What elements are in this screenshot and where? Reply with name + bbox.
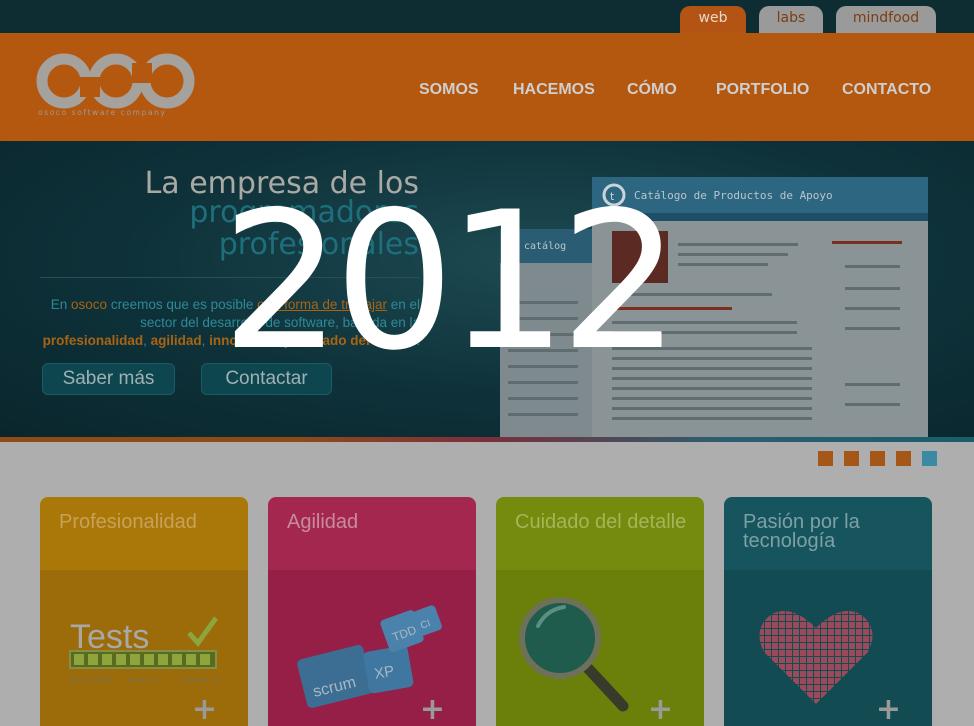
tests-failures: Failures: 0: [182, 676, 218, 684]
card-illustration: Tests Runs: 10/10 Errors: 0 Failures: 0 …: [40, 570, 248, 726]
card-title: Pasión por la tecnología: [743, 511, 860, 552]
saber-mas-button[interactable]: Saber más: [42, 363, 175, 395]
card-title: Profesionalidad: [59, 511, 197, 533]
card-illustration: scrum XP TDD CI +: [268, 570, 476, 726]
nav-portfolio[interactable]: PORTFOLIO: [716, 81, 809, 99]
pixel-heart-icon: [759, 611, 873, 704]
plus-icon[interactable]: +: [192, 695, 217, 725]
nav-como[interactable]: CÓMO: [627, 81, 677, 99]
plus-icon[interactable]: +: [876, 695, 901, 725]
slider-dot-5[interactable]: [922, 451, 937, 466]
slider-dot-4[interactable]: [896, 451, 911, 466]
slider-dot-2[interactable]: [844, 451, 859, 466]
card-illustration: +: [496, 570, 704, 726]
tag-xp: XP: [373, 663, 396, 683]
card-title: Agilidad: [287, 511, 359, 533]
checkmark-icon: [187, 616, 219, 647]
card-profesionalidad[interactable]: Profesionalidad Tests Runs: 10/10 Errors…: [40, 497, 248, 726]
magnifier-icon: [519, 597, 629, 712]
top-tab-strip: web labs mindfood: [0, 0, 974, 34]
card-pasion-por-la-tecnologia[interactable]: Pasión por la tecnología +: [724, 497, 932, 726]
card-illustration: +: [724, 570, 932, 726]
card-agilidad[interactable]: Agilidad scrum XP TDD CI +: [268, 497, 476, 726]
tests-errors: Errors: 0: [128, 676, 158, 684]
nav-hacemos[interactable]: HACEMOS: [513, 81, 595, 99]
card-cuidado-del-detalle[interactable]: Cuidado del detalle +: [496, 497, 704, 726]
tab-mindfood[interactable]: mindfood: [836, 6, 936, 34]
color-stripe: [0, 437, 974, 442]
plus-icon[interactable]: +: [420, 695, 445, 725]
plus-icon[interactable]: +: [648, 695, 673, 725]
year-overlay: 2012: [221, 171, 681, 392]
tab-web[interactable]: web: [680, 6, 746, 34]
tests-progress-bar: [69, 650, 217, 669]
logo-tagline: osoco software company: [38, 108, 167, 117]
card-title: Cuidado del detalle: [515, 511, 687, 533]
nav-somos[interactable]: SOMOS: [419, 81, 479, 99]
brand-name: osoco: [71, 297, 108, 312]
slider-dot-3[interactable]: [870, 451, 885, 466]
tests-runs: Runs: 10/10: [70, 676, 112, 684]
site-header: osoco software company SOMOS HACEMOS CÓM…: [0, 33, 974, 141]
slider-dot-1[interactable]: [818, 451, 833, 466]
nav-contacto[interactable]: CONTACTO: [842, 81, 931, 99]
tab-labs[interactable]: labs: [759, 6, 823, 34]
